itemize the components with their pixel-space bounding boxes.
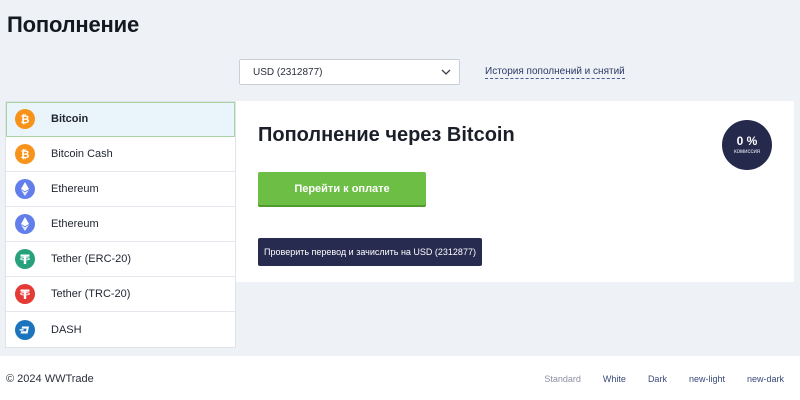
tether-icon [15,284,35,304]
method-item-tether-erc20[interactable]: Tether (ERC-20) [6,242,235,277]
account-select-value: USD (2312877) [253,66,323,78]
method-label: Bitcoin [51,113,89,125]
account-select[interactable]: USD (2312877) [239,59,460,85]
theme-link-white[interactable]: White [603,374,626,384]
tether-icon [15,249,35,269]
footer: © 2024 WWTrade Standard White Dark new-l… [0,356,800,400]
copyright: © 2024 WWTrade [6,373,94,385]
theme-link-new-dark[interactable]: new-dark [747,374,784,384]
verify-transfer-button[interactable]: Проверить перевод и зачислить на USD (23… [258,238,482,266]
theme-switcher: Standard White Dark new-light new-dark [544,374,784,384]
method-item-dash[interactable]: DASH [6,312,235,347]
bitcoin-icon: ₿ [15,109,35,129]
theme-link-standard[interactable]: Standard [544,374,581,384]
history-link[interactable]: История пополнений и снятий [485,66,625,79]
method-label: Tether (TRC-20) [51,288,131,300]
method-label: Tether (ERC-20) [51,253,132,265]
panel-title: Пополнение через Bitcoin [258,124,515,146]
theme-link-dark[interactable]: Dark [648,374,667,384]
fee-label: комиссия [733,148,761,155]
svg-text:₿: ₿ [21,113,30,125]
payment-method-list: ₿ Bitcoin ₿ Bitcoin Cash Ethereum Ethere… [5,101,236,348]
page-title: Пополнение [7,12,139,37]
method-item-tether-trc20[interactable]: Tether (TRC-20) [6,277,235,312]
deposit-panel: Пополнение через Bitcoin 0 % комиссия Пе… [236,101,794,282]
fee-badge: 0 % комиссия [722,120,772,170]
method-item-bitcoin-cash[interactable]: ₿ Bitcoin Cash [6,137,235,172]
method-item-bitcoin[interactable]: ₿ Bitcoin [6,102,235,137]
method-item-ethereum[interactable]: Ethereum [6,172,235,207]
bitcoin-cash-icon: ₿ [15,144,35,164]
svg-text:₿: ₿ [21,148,30,160]
method-label: Ethereum [51,183,99,195]
chevron-down-icon [441,67,451,77]
dash-icon [15,319,35,340]
method-label: DASH [51,323,82,336]
method-label: Ethereum [51,218,99,230]
ethereum-icon [15,179,35,199]
method-item-ethereum-2[interactable]: Ethereum [6,207,235,242]
ethereum-icon [15,214,35,234]
method-label: Bitcoin Cash [51,148,113,160]
fee-value: 0 % [736,133,758,148]
go-to-payment-button[interactable]: Перейти к оплате [258,172,426,205]
theme-link-new-light[interactable]: new-light [689,374,725,384]
